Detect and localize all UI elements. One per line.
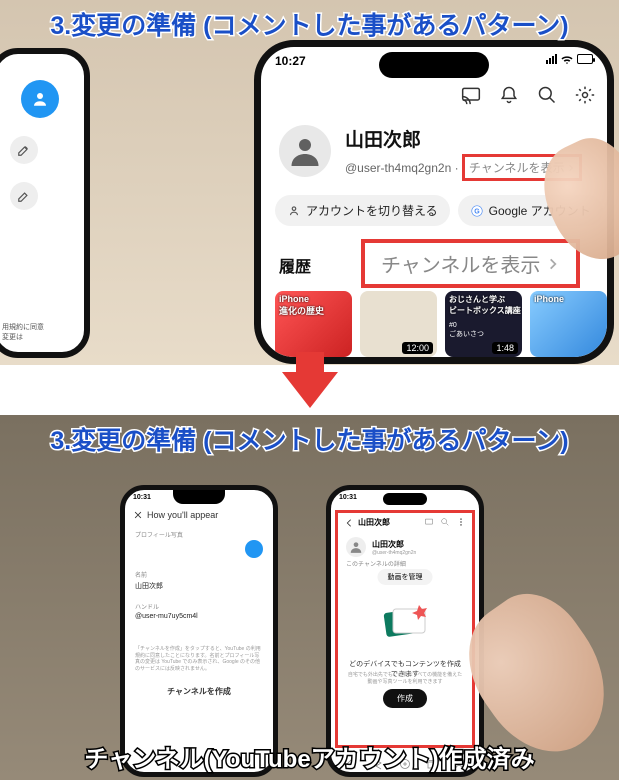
create-channel-button[interactable]: チャンネルを作成	[125, 686, 273, 697]
history-thumbs: iPhone 進化の歴史 12:00 おじさんと学ぶ ビートボックス講座 #0 …	[275, 291, 607, 357]
handle-row: ハンドル @user-mu7uy5cm4l	[135, 602, 263, 620]
avatar-icon	[346, 537, 366, 557]
avatar-icon[interactable]	[279, 125, 331, 177]
gear-icon[interactable]	[575, 85, 595, 105]
panel2-title: 3.変更の準備 (コメントした事があるパターン)	[0, 421, 619, 457]
name-row: 名前 山田次郎	[135, 570, 263, 591]
create-button[interactable]: 作成	[383, 689, 427, 708]
panel2-bottom: チャンネル(YouTubeアカウント)作成済み	[0, 739, 619, 774]
cast-icon[interactable]	[424, 517, 434, 527]
notch	[173, 490, 225, 504]
status-icons	[546, 54, 593, 64]
empty-illustration	[375, 599, 435, 647]
edit-button-2[interactable]	[10, 182, 38, 210]
panel-2: 3.変更の準備 (コメントした事があるパターン) チャンネル(YouTubeアカ…	[0, 415, 619, 780]
thumb-1[interactable]: iPhone 進化の歴史	[275, 291, 352, 357]
history-label: 履歴	[279, 253, 311, 277]
svg-text:G: G	[474, 208, 480, 215]
chevron-right-icon	[546, 257, 560, 271]
panel1-title: 3.変更の準備 (コメントした事があるパターン)	[0, 6, 619, 42]
avatar-icon	[21, 80, 59, 118]
more-icon[interactable]	[456, 517, 466, 527]
search-icon[interactable]	[440, 517, 450, 527]
status-time: 10:31	[339, 494, 357, 501]
panel2-phone-right: 10:31 山田次郎 山田次郎 @user-th4mq2gn2n このチャンネル…	[326, 485, 484, 777]
thumb-2[interactable]: 12:00	[360, 291, 437, 357]
edit-button[interactable]	[10, 136, 38, 164]
thumb-3[interactable]: おじさんと学ぶ ビートボックス講座 #0 ごあいさつ 1:48	[445, 291, 522, 357]
modal-header: How you'll appear	[133, 510, 265, 520]
arrow-gap	[0, 365, 619, 415]
header-icons	[424, 517, 466, 527]
manage-videos-button[interactable]: 動画を管理	[378, 569, 433, 585]
cast-icon[interactable]	[461, 85, 481, 105]
chevron-left-icon[interactable]	[344, 518, 354, 528]
search-icon[interactable]	[537, 85, 557, 105]
phone-left-partial: 用規約に同意 変更は	[0, 48, 90, 358]
empty-sub: 自宅でも外出先でも、必要なすべての機能を備えた動画や写真ツールを利用できます	[346, 671, 464, 685]
profile-name: 山田次郎	[345, 125, 582, 152]
thumb-4[interactable]: iPhone	[530, 291, 607, 357]
panel2-phone-left: 10:31 How you'll appear プロフィール写真 名前 山田次郎…	[120, 485, 278, 777]
status-time: 10:31	[133, 494, 151, 501]
close-icon[interactable]	[133, 510, 143, 520]
channel-profile: 山田次郎 @user-th4mq2gn2n	[346, 537, 416, 557]
switch-account-button[interactable]: アカウントを切り替える	[275, 195, 450, 226]
photo-label: プロフィール写真	[135, 530, 263, 539]
bell-icon[interactable]	[499, 85, 519, 105]
top-actions	[461, 85, 595, 105]
panel-1: 3.変更の準備 (コメントした事があるパターン) 用規約に同意 変更は 10:2…	[0, 0, 619, 365]
highlight-box: 山田次郎 山田次郎 @user-th4mq2gn2n このチャンネルの詳細 動画…	[335, 510, 475, 748]
terms-note: 「チャンネルを作成」をタップすると、YouTube の利用規約に同意したことにな…	[135, 646, 263, 672]
dynamic-island	[383, 493, 427, 505]
view-channel-big[interactable]: チャンネルを表示	[361, 239, 580, 288]
dynamic-island	[379, 52, 489, 78]
status-time: 10:27	[275, 54, 306, 68]
profile-photo[interactable]	[245, 540, 263, 558]
terms-text: 用規約に同意 変更は	[2, 322, 44, 342]
down-arrow-icon	[282, 372, 338, 408]
channel-tab[interactable]: このチャンネルの詳細	[346, 559, 406, 568]
